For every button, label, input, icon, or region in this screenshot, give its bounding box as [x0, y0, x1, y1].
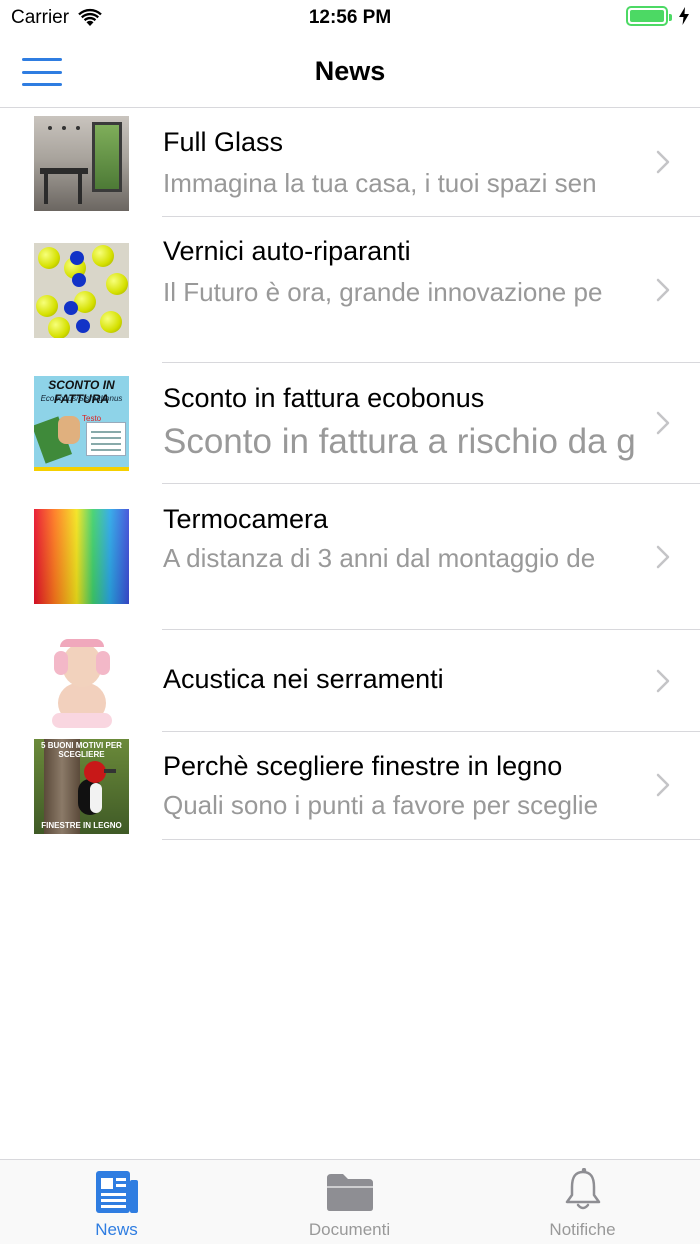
- news-item-finestre-legno[interactable]: 5 BUONI MOTIVI PER SCEGLIERE FINESTRE IN…: [0, 732, 700, 840]
- chevron-right-icon: [656, 669, 670, 693]
- news-item-sconto-fattura[interactable]: SCONTO IN FATTURA Ecobonus/Sismabonus Te…: [0, 363, 700, 484]
- clock: 12:56 PM: [308, 7, 392, 28]
- thumbnail-caption: FINESTRE IN LEGNO: [41, 821, 122, 830]
- thumbnail-caption: 5 BUONI MOTIVI PER SCEGLIERE: [41, 741, 122, 759]
- chevron-right-icon: [656, 545, 670, 569]
- tab-documenti[interactable]: Documenti: [233, 1160, 466, 1244]
- news-list: Full Glass Immagina la tua casa, i tuoi …: [0, 108, 700, 840]
- chevron-right-icon: [656, 278, 670, 302]
- news-subtitle: Il Futuro è ora, grande innovazione pe: [163, 277, 603, 307]
- chevron-right-icon: [656, 411, 670, 435]
- tab-label: Documenti: [308, 1220, 391, 1239]
- status-bar: Carrier 12:56 PM: [0, 0, 700, 38]
- bell-icon: [565, 1168, 600, 1210]
- tab-bar: News Documenti Notifiche: [0, 1159, 700, 1244]
- thumbnail-caption: Ecobonus/Sismabonus: [40, 394, 123, 403]
- news-subtitle: Sconto in fattura a rischio da g: [163, 422, 635, 461]
- news-thumbnail: [34, 243, 129, 338]
- news-item-termocamera[interactable]: Termocamera A distanza di 3 anni dal mon…: [0, 484, 700, 630]
- charging-bolt-icon: [679, 7, 689, 25]
- news-title: Termocamera: [163, 504, 329, 534]
- news-title: Vernici auto-riparanti: [163, 236, 411, 266]
- news-item-full-glass[interactable]: Full Glass Immagina la tua casa, i tuoi …: [0, 108, 700, 217]
- news-item-acustica[interactable]: Acustica nei serramenti: [0, 630, 700, 732]
- news-thumbnail: SCONTO IN FATTURA Ecobonus/Sismabonus Te…: [34, 376, 129, 471]
- news-thumbnail: [34, 116, 129, 211]
- news-item-vernici[interactable]: Vernici auto-riparanti Il Futuro è ora, …: [0, 217, 700, 363]
- news-subtitle: A distanza di 3 anni dal montaggio de: [163, 543, 596, 573]
- chevron-right-icon: [656, 150, 670, 174]
- news-thumbnail: 5 BUONI MOTIVI PER SCEGLIERE FINESTRE IN…: [34, 739, 129, 834]
- chevron-right-icon: [656, 773, 670, 797]
- tab-label: Notifiche: [549, 1220, 616, 1239]
- news-title: Perchè scegliere finestre in legno: [163, 751, 563, 781]
- news-subtitle: Immagina la tua casa, i tuoi spazi sen: [163, 168, 597, 198]
- page-title: News: [314, 56, 386, 86]
- news-title: Full Glass: [163, 127, 284, 157]
- tab-notifiche[interactable]: Notifiche: [466, 1160, 699, 1244]
- tab-news[interactable]: News: [0, 1160, 233, 1244]
- news-thumbnail: [34, 633, 129, 728]
- battery-icon: [626, 6, 672, 26]
- news-title: Sconto in fattura ecobonus: [163, 383, 485, 413]
- tab-label: News: [95, 1220, 138, 1239]
- news-subtitle: Quali sono i punti a favore per sceglie: [163, 790, 599, 820]
- newspaper-icon: [95, 1171, 138, 1213]
- folder-icon: [326, 1174, 373, 1211]
- news-title: Acustica nei serramenti: [163, 664, 444, 694]
- navigation-bar: News: [0, 38, 700, 108]
- news-thumbnail: [34, 509, 129, 604]
